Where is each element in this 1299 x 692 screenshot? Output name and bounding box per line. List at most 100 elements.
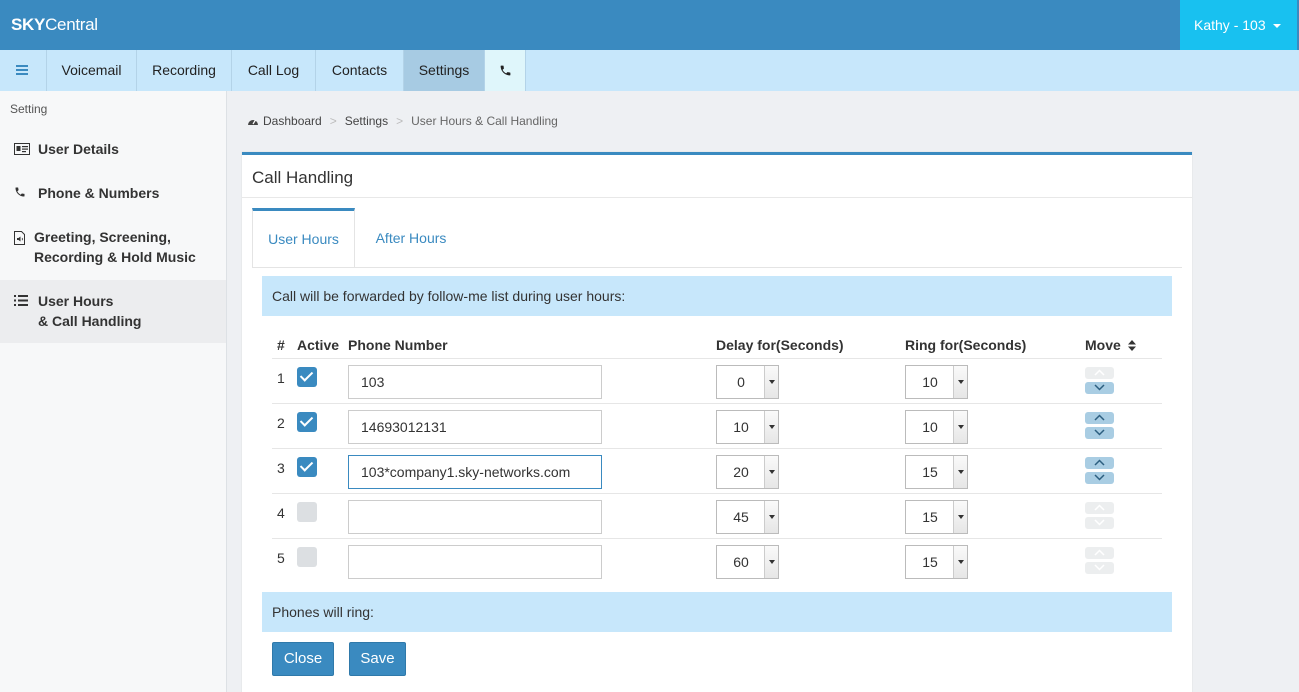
phone-number-input[interactable]: [348, 410, 602, 444]
menu-toggle-button[interactable]: [0, 50, 47, 91]
top-bar: SKYCentral Kathy - 103: [0, 0, 1299, 50]
row-number: 3: [277, 460, 285, 476]
breadcrumb-current: User Hours & Call Handling: [411, 114, 558, 128]
chevron-down-icon: [764, 366, 778, 398]
delay-select[interactable]: 0: [716, 365, 779, 399]
sidebar-title: Setting: [10, 102, 48, 116]
nav-phone[interactable]: [485, 50, 526, 91]
breadcrumb-settings-link[interactable]: Settings: [345, 114, 388, 128]
delay-select[interactable]: 45: [716, 500, 779, 534]
forward-info-bar: Call will be forwarded by follow-me list…: [262, 276, 1172, 316]
close-button[interactable]: Close: [272, 642, 334, 676]
phone-number-input[interactable]: [348, 500, 602, 534]
move-up-button[interactable]: [1085, 412, 1114, 424]
row-number: 4: [277, 505, 285, 521]
tab-user-hours[interactable]: User Hours: [252, 208, 355, 268]
chevron-down-icon: [953, 411, 967, 443]
phone-number-input[interactable]: [348, 545, 602, 579]
nav-call-log[interactable]: Call Log: [232, 50, 316, 91]
delay-select[interactable]: 20: [716, 455, 779, 489]
chevron-down-icon: [1094, 564, 1105, 571]
chevron-down-icon: [953, 546, 967, 578]
move-up-button[interactable]: [1085, 367, 1114, 379]
chevron-down-icon: [764, 546, 778, 578]
chevron-down-icon: [953, 501, 967, 533]
chevron-down-icon: [1094, 384, 1105, 391]
move-up-button[interactable]: [1085, 457, 1114, 469]
chevron-down-icon: [953, 366, 967, 398]
delay-select[interactable]: 10: [716, 410, 779, 444]
id-card-icon: [14, 143, 30, 155]
sort-icon: [1127, 340, 1136, 351]
row-number: 2: [277, 415, 285, 431]
sidebar-item-user-hours[interactable]: User Hours & Call Handling: [0, 280, 226, 343]
nav-settings[interactable]: Settings: [404, 50, 485, 91]
nav-bar: Voicemail Recording Call Log Contacts Se…: [0, 50, 1299, 91]
col-header-move[interactable]: Move: [1085, 337, 1136, 353]
ring-select[interactable]: 15: [905, 545, 968, 579]
breadcrumb-dashboard-link[interactable]: Dashboard: [263, 114, 322, 128]
move-down-button[interactable]: [1085, 517, 1114, 529]
ring-select[interactable]: 15: [905, 500, 968, 534]
ring-select[interactable]: 10: [905, 365, 968, 399]
sidebar-item-label: & Call Handling: [38, 313, 142, 329]
save-button[interactable]: Save: [349, 642, 406, 676]
move-down-button[interactable]: [1085, 427, 1114, 439]
sidebar-item-label: User Hours: [38, 293, 114, 309]
caret-down-icon: [1272, 24, 1281, 28]
chevron-up-icon: [1094, 504, 1105, 511]
phones-ring-bar: Phones will ring:: [262, 592, 1172, 632]
move-down-button[interactable]: [1085, 472, 1114, 484]
user-menu[interactable]: Kathy - 103: [1180, 0, 1297, 50]
sidebar-item-label: Greeting, Screening,: [34, 229, 171, 245]
sidebar-item-user-details[interactable]: User Details: [0, 139, 226, 163]
col-header-phone: Phone Number: [348, 337, 448, 353]
sidebar-item-greeting[interactable]: Greeting, Screening, Recording & Hold Mu…: [0, 227, 226, 271]
phone-icon: [500, 65, 511, 76]
phone-icon: [15, 187, 25, 197]
move-up-button[interactable]: [1085, 502, 1114, 514]
nav-contacts[interactable]: Contacts: [316, 50, 404, 91]
panel-title: Call Handling: [252, 168, 354, 187]
move-down-button[interactable]: [1085, 382, 1114, 394]
row-number: 5: [277, 550, 285, 566]
active-checkbox[interactable]: [297, 502, 317, 522]
sidebar-item-phone-numbers[interactable]: Phone & Numbers: [0, 183, 226, 207]
ring-select[interactable]: 15: [905, 455, 968, 489]
dashboard-icon: [248, 119, 258, 125]
check-icon: [299, 413, 314, 427]
phone-number-input[interactable]: [348, 455, 602, 489]
chevron-up-icon: [1094, 414, 1105, 421]
sidebar-item-label: User Details: [38, 141, 119, 157]
sidebar-item-label: Phone & Numbers: [38, 185, 160, 201]
chevron-down-icon: [1094, 474, 1105, 481]
call-handling-panel: Call Handling User Hours After Hours Cal…: [242, 152, 1192, 692]
tab-after-hours[interactable]: After Hours: [362, 208, 460, 268]
list-icon: [14, 295, 28, 306]
chevron-up-icon: [1094, 369, 1105, 376]
brand-logo[interactable]: SKYCentral: [11, 15, 98, 35]
sidebar-item-label: Recording & Hold Music: [34, 249, 196, 265]
move-down-button[interactable]: [1085, 562, 1114, 574]
chevron-up-icon: [1094, 549, 1105, 556]
settings-sidebar: Setting User Details Phone & Numbers Gre…: [0, 91, 227, 692]
active-checkbox[interactable]: [297, 457, 317, 477]
active-checkbox[interactable]: [297, 367, 317, 387]
col-header-ring: Ring for(Seconds): [905, 337, 1027, 353]
check-icon: [299, 458, 314, 472]
nav-voicemail[interactable]: Voicemail: [47, 50, 137, 91]
delay-select[interactable]: 60: [716, 545, 779, 579]
move-up-button[interactable]: [1085, 547, 1114, 559]
chevron-down-icon: [764, 456, 778, 488]
active-checkbox[interactable]: [297, 547, 317, 567]
chevron-down-icon: [764, 411, 778, 443]
phone-number-input[interactable]: [348, 365, 602, 399]
nav-recording[interactable]: Recording: [137, 50, 232, 91]
chevron-down-icon: [953, 456, 967, 488]
chevron-down-icon: [1094, 519, 1105, 526]
active-checkbox[interactable]: [297, 412, 317, 432]
hamburger-icon: [16, 65, 28, 75]
ring-select[interactable]: 10: [905, 410, 968, 444]
check-icon: [299, 368, 314, 382]
col-header-num: #: [277, 337, 285, 353]
